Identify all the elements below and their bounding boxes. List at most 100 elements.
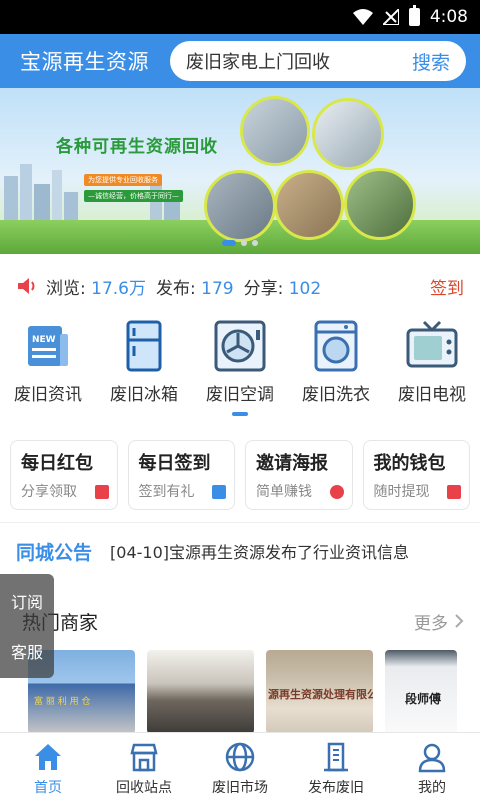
shop-icon (130, 743, 158, 772)
posts-label: 发布: (156, 278, 196, 299)
posts-value: 179 (201, 278, 234, 299)
nav-label: 回收站点 (116, 780, 172, 796)
building-icon (324, 742, 348, 772)
fridge-photo (274, 170, 344, 240)
pagination-dot[interactable] (241, 240, 247, 246)
chevron-right-icon (455, 614, 464, 628)
category-label: 废旧冰箱 (110, 385, 178, 405)
search-button[interactable]: 搜索 (412, 48, 450, 75)
status-time: 4:08 (429, 7, 468, 27)
tv-icon (406, 320, 458, 368)
nav-market[interactable]: 废旧市场 (192, 733, 288, 800)
more-label: 更多 (414, 613, 448, 634)
category-tv[interactable]: 废旧电视 (384, 318, 480, 414)
invite-poster-card[interactable]: 邀请海报 简单赚钱 (245, 440, 353, 510)
user-icon (418, 743, 446, 773)
category-scroll-indicator (232, 412, 248, 416)
more-link[interactable]: 更多 (414, 609, 464, 634)
feature-cards: 每日红包 分享领取 每日签到 签到有礼 邀请海报 简单赚钱 我的钱包 随时提现 (10, 440, 470, 510)
views-value: 17.6万 (91, 278, 146, 299)
stats-bar: 浏览: 17.6万 发布: 179 分享: 102 签到 (0, 264, 480, 308)
shares-label: 分享: (243, 278, 284, 299)
nav-profile[interactable]: 我的 (384, 733, 480, 800)
washing-machine-icon (314, 320, 358, 372)
news-icon: NEW (28, 326, 68, 366)
battery-icon (408, 5, 420, 26)
banner-headline: 各种可再生资源回收 (56, 137, 218, 157)
speaker-icon (18, 278, 35, 294)
appliance-photo (240, 96, 310, 166)
category-label: 废旧电视 (398, 385, 466, 405)
shares-stat: 分享: 102 (244, 274, 322, 299)
merchant-card[interactable]: 源再生资源处理有限公 (266, 650, 373, 734)
wallet-icon (447, 485, 461, 499)
notice-text[interactable]: [04-10]宝源再生资源发布了行业资讯信息 (110, 539, 409, 563)
header: 宝源再生资源 搜索 (0, 34, 480, 88)
merchant-card[interactable]: 段师傅 (385, 650, 457, 734)
category-fridge[interactable]: 废旧冰箱 (96, 318, 192, 414)
nav-label: 发布废旧 (308, 780, 364, 796)
category-washing-machine[interactable]: 废旧洗衣 (288, 318, 384, 414)
category-news[interactable]: NEW 废旧资讯 (0, 318, 96, 414)
money-bag-icon (329, 485, 344, 499)
air-conditioner-icon (214, 320, 266, 372)
search-bar[interactable]: 搜索 (170, 41, 466, 81)
notice-title: 同城公告 (16, 541, 93, 564)
sign-in-link[interactable]: 签到 (430, 274, 464, 299)
home-icon (35, 744, 61, 770)
category-label: 废旧洗衣 (302, 385, 370, 405)
shares-value: 102 (288, 278, 322, 299)
section-divider (0, 522, 480, 523)
calendar-icon (212, 485, 226, 499)
views-stat: 浏览: 17.6万 (46, 274, 146, 299)
signal-icon (382, 9, 399, 25)
red-packet-card[interactable]: 每日红包 分享领取 (10, 440, 118, 510)
daily-sign-in-card[interactable]: 每日签到 签到有礼 (127, 440, 235, 510)
red-packet-icon (94, 485, 109, 499)
category-label: 废旧空调 (206, 385, 274, 405)
pagination-dot[interactable] (222, 240, 236, 246)
card-title: 每日红包 (21, 453, 93, 474)
globe-icon (225, 742, 255, 772)
washing-machine-photo (204, 170, 276, 242)
merchant-sign: 富 丽 利 用 仓 (34, 697, 91, 707)
nav-recycle-stations[interactable]: 回收站点 (96, 733, 192, 800)
merchants-header: 热门商家 更多 (0, 604, 480, 638)
nav-home[interactable]: 首页 (0, 733, 96, 800)
air-conditioner-photo (312, 98, 384, 170)
card-title: 我的钱包 (373, 453, 446, 474)
card-title: 邀请海报 (256, 453, 328, 474)
bottom-nav: 首页 回收站点 废旧市场 发布废旧 我的 (0, 732, 480, 800)
promo-banner[interactable]: 各种可再生资源回收 为您提供专业回收服务 —诚信经营，价格高于同行— (0, 88, 480, 254)
nav-label: 废旧市场 (212, 780, 268, 796)
wifi-icon (352, 9, 373, 25)
app-title: 宝源再生资源 (20, 50, 149, 74)
merchant-list: 富 丽 利 用 仓 源再生资源处理有限公 段师傅 (28, 650, 480, 734)
merchant-card[interactable] (147, 650, 254, 734)
merchant-sign: 源再生资源处理有限公 (268, 688, 373, 701)
views-label: 浏览: (46, 278, 86, 299)
card-subtitle: 分享领取 (21, 484, 77, 500)
car-photo (344, 168, 416, 240)
customer-service-button[interactable]: 客服 (11, 639, 43, 663)
category-grid: NEW 废旧资讯 废旧冰箱 废旧空调 废旧洗衣 废旧电视 (0, 318, 480, 414)
search-input[interactable] (186, 50, 412, 72)
category-label: 废旧资讯 (14, 385, 82, 405)
banner-subtitle: 为您提供专业回收服务 (84, 174, 162, 186)
subscribe-button[interactable]: 订阅 (11, 589, 43, 613)
category-air-conditioner[interactable]: 废旧空调 (192, 318, 288, 414)
nav-publish[interactable]: 发布废旧 (288, 733, 384, 800)
nav-label: 我的 (418, 780, 446, 796)
floating-side-panel: 订阅 客服 (0, 574, 54, 678)
posts-stat: 发布: 179 (156, 274, 234, 299)
city-notice[interactable]: 同城公告 [04-10]宝源再生资源发布了行业资讯信息 (0, 530, 480, 572)
banner-pagination (222, 240, 258, 246)
card-title: 每日签到 (138, 453, 211, 474)
banner-slogan: —诚信经营，价格高于同行— (84, 190, 183, 202)
wallet-card[interactable]: 我的钱包 随时提现 (362, 440, 470, 510)
status-bar: 4:08 (0, 0, 480, 34)
merchant-sign: 段师傅 (405, 692, 442, 706)
card-subtitle: 简单赚钱 (256, 484, 312, 500)
pagination-dot[interactable] (252, 240, 258, 246)
svg-text:NEW: NEW (32, 335, 56, 345)
